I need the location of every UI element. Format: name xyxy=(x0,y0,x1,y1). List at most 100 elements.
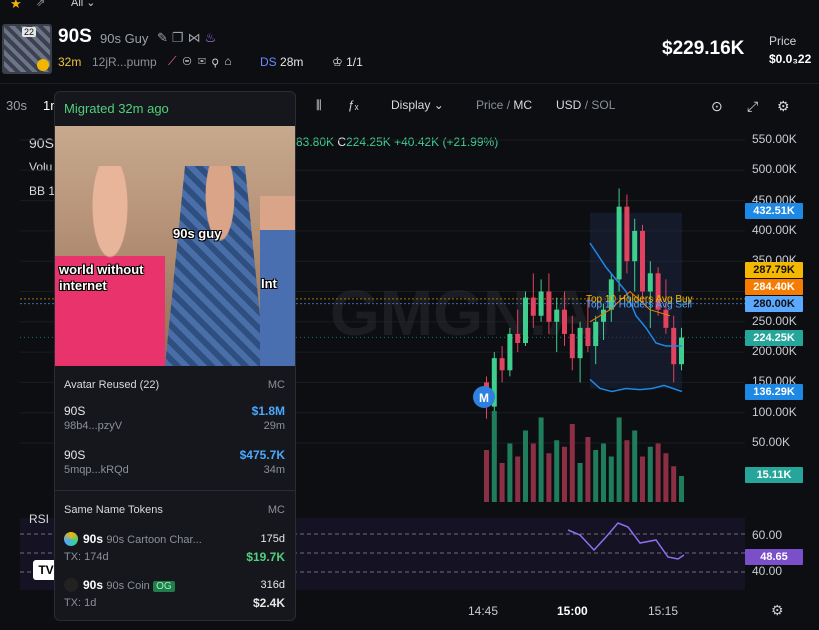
candle-body xyxy=(523,297,528,344)
holder-badge: 22 xyxy=(22,27,37,37)
reused-token-name[interactable]: 90S xyxy=(64,448,85,462)
search-icon[interactable]: ⚲ xyxy=(212,54,224,68)
expand-icon[interactable]: ⤢ xyxy=(747,98,758,115)
volume-bar xyxy=(608,456,614,502)
volume-bar xyxy=(569,424,575,502)
avatar-reused-header: Avatar Reused (22) xyxy=(64,379,160,391)
meme-caption-other: Int xyxy=(261,276,277,291)
migrated-text: Migrated 32m ago xyxy=(64,101,169,116)
star-icon[interactable]: ★ xyxy=(10,0,22,12)
price-tag: 280.00K xyxy=(745,296,803,312)
fire-icon[interactable]: ♨ xyxy=(205,30,221,45)
same-name-mc: $2.4K xyxy=(252,596,285,610)
reused-token-mc: $475.7K xyxy=(239,448,285,462)
token-avatar[interactable]: 22 xyxy=(2,24,52,74)
candle-body xyxy=(624,206,630,262)
volume-bar xyxy=(562,446,567,502)
display-label: Display xyxy=(391,98,431,112)
pump-icon[interactable]: ⟋ xyxy=(168,54,182,68)
candle-body xyxy=(679,337,684,365)
same-name-age: 175d xyxy=(260,533,285,545)
candle-body xyxy=(663,309,669,328)
same-name-tx: TX: 174d xyxy=(64,551,109,563)
camera-icon[interactable]: ⊙ xyxy=(711,98,723,115)
rsi-value-tag: 48.65 xyxy=(745,549,803,565)
price-tag: 136.29K xyxy=(745,384,803,400)
watermark: GMGN.AI xyxy=(330,277,611,349)
meme-caption-guy: 90s guy xyxy=(173,226,222,241)
ds-label: DS xyxy=(260,55,277,69)
price-label: Price xyxy=(769,34,797,48)
y-tick-label: 500.00K xyxy=(752,162,797,177)
token-icon xyxy=(64,532,78,546)
usd-sol-toggle[interactable]: USD / SOL xyxy=(556,98,615,112)
time-tick-1445: 14:45 xyxy=(468,604,499,618)
volume-bar xyxy=(601,443,606,502)
same-name-tx: TX: 1d xyxy=(64,597,97,609)
mc-header: MC xyxy=(267,379,285,391)
volume-bar xyxy=(624,440,630,502)
mc-header: MC xyxy=(267,504,285,516)
filter-label: All xyxy=(71,0,84,9)
candle-body xyxy=(562,309,567,334)
timeframe-30s[interactable]: 30s xyxy=(6,98,27,113)
volume-bar xyxy=(616,417,622,502)
reused-token-age: 29m xyxy=(263,420,285,432)
same-name-token[interactable]: 90s 90s Coin OG xyxy=(83,578,175,592)
chart-icon[interactable]: ⇗ xyxy=(36,0,45,9)
indicator-icon[interactable]: ƒₓ xyxy=(348,98,359,112)
candle-body xyxy=(647,273,653,292)
volume-bar xyxy=(523,430,528,502)
price-mc-toggle[interactable]: Price / MC xyxy=(476,98,532,112)
same-name-token[interactable]: 90s 90s Cartoon Char... xyxy=(83,532,202,546)
same-name-symbol: 90s xyxy=(83,578,104,592)
price-tag: 287.79K xyxy=(745,262,803,278)
volume-bar xyxy=(484,450,489,502)
volume-bar xyxy=(577,463,583,502)
volume-bar xyxy=(663,453,669,502)
volume-bar xyxy=(530,443,536,502)
candle-body xyxy=(585,327,591,347)
candle-body xyxy=(499,358,505,371)
y-tick-label: 100.00K xyxy=(752,404,797,419)
settings-icon[interactable]: ⚙ xyxy=(777,98,790,115)
volume-bar xyxy=(515,456,521,502)
token-symbol: 90S xyxy=(58,26,92,47)
ds-value: 28m xyxy=(280,55,304,69)
token-info-popover: Migrated 32m ago 90s guy world without i… xyxy=(54,91,296,621)
candle-body xyxy=(538,291,544,316)
candle-body xyxy=(569,333,575,359)
y-tick-label: 400.00K xyxy=(752,222,797,237)
volume-bar xyxy=(671,466,677,502)
candle-body xyxy=(554,309,560,322)
edit-icon[interactable]: ✎ xyxy=(157,30,172,45)
same-name-fullname: 90s Coin xyxy=(106,580,150,592)
menu-icon[interactable]: ⊜ xyxy=(182,54,197,68)
candle-body xyxy=(632,230,638,262)
candle-body xyxy=(530,297,536,316)
dev-sold: DS 28m xyxy=(260,55,303,69)
trading-view: ★ ⇗ All ⌄ 22 90S 90s Guy ✎❐⋈♨ 32m 12jR..… xyxy=(0,0,819,630)
price-tag: 284.40K xyxy=(745,279,803,295)
reused-token-name[interactable]: 90S xyxy=(64,404,85,418)
migration-marker-label: M xyxy=(479,391,489,405)
token-header: 22 90S 90s Guy ✎❐⋈♨ 32m 12jR...pump ⟋⊜✉⚲… xyxy=(0,12,819,84)
filter-dropdown[interactable]: All ⌄ xyxy=(71,0,96,9)
mc-toggle-label: MC xyxy=(513,98,533,112)
candle-type-icon[interactable]: ⫼ xyxy=(316,98,322,113)
display-dropdown[interactable]: Display ⌄ xyxy=(391,98,444,112)
copy-icon[interactable]: ❐ xyxy=(172,30,188,45)
price-toggle-label: Price xyxy=(476,98,504,112)
price-value: $0.0₃22 xyxy=(769,52,812,66)
share-icon[interactable]: ⋈ xyxy=(188,30,205,45)
note-icon[interactable]: ✉ xyxy=(198,54,212,68)
axis-settings-icon[interactable]: ⚙ xyxy=(771,602,784,619)
house-icon[interactable]: ⌂ xyxy=(224,54,237,68)
token-address[interactable]: 12jR...pump xyxy=(92,55,157,69)
token-icon xyxy=(64,578,78,592)
volume-bar xyxy=(640,456,645,502)
holders-value: 1/1 xyxy=(346,55,363,69)
time-tick-1500: 15:00 xyxy=(557,604,588,618)
sol-label: SOL xyxy=(591,98,616,112)
meme-caption-woman: world without internet xyxy=(59,262,144,293)
